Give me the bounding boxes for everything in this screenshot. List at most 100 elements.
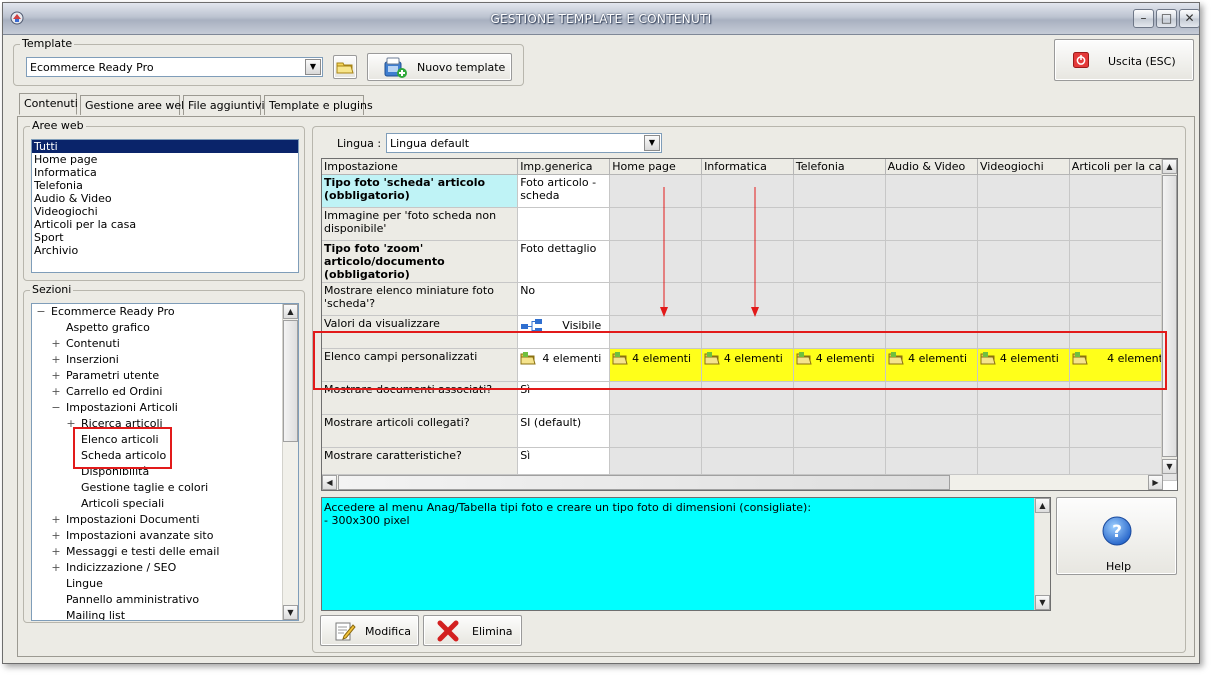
tree-node[interactable]: + Parametri utente (36, 368, 219, 384)
aree-web-item[interactable]: Archivio (32, 244, 298, 257)
generic-value-cell[interactable]: Foto dettaglio (517, 240, 611, 283)
area-value-cell[interactable] (885, 240, 979, 283)
aree-web-item[interactable]: Sport (32, 231, 298, 244)
minimize-button[interactable]: – (1133, 9, 1154, 28)
help-button[interactable]: ? Help (1056, 497, 1177, 575)
description-box[interactable]: Accedere al menu Anag/Tabella tipi foto … (321, 497, 1051, 611)
expand-icon[interactable]: + (51, 384, 61, 400)
area-value-cell[interactable] (701, 414, 794, 448)
area-value-cell[interactable] (793, 207, 886, 241)
tree-node[interactable]: − Impostazioni Articoli (36, 400, 219, 416)
scroll-left-icon[interactable]: ◀ (322, 475, 337, 490)
tree-node[interactable]: + Contenuti (36, 336, 219, 352)
tree-node[interactable]: Mailing list (36, 608, 219, 620)
expand-icon[interactable]: + (51, 544, 61, 560)
sezioni-scrollbar[interactable]: ▲ ▼ (282, 304, 298, 620)
tree-node[interactable]: − Ecommerce Ready Pro (36, 304, 219, 320)
scroll-down-icon[interactable]: ▼ (1162, 459, 1177, 474)
scroll-up-icon[interactable]: ▲ (1035, 498, 1050, 513)
template-select[interactable]: Ecommerce Ready Pro ▼ (26, 57, 323, 77)
expand-icon[interactable]: + (51, 560, 61, 576)
column-header[interactable]: Telefonia (793, 159, 886, 175)
scroll-down-icon[interactable]: ▼ (1035, 595, 1050, 610)
maximize-button[interactable]: □ (1156, 9, 1177, 28)
area-value-cell[interactable] (885, 282, 979, 316)
area-value-cell[interactable] (977, 240, 1070, 283)
generic-value-cell[interactable] (517, 207, 611, 241)
collapse-icon[interactable]: − (36, 304, 46, 320)
tab-gestione-aree-web[interactable]: Gestione aree web (80, 95, 188, 115)
description-scrollbar[interactable]: ▲ ▼ (1034, 498, 1050, 610)
setting-label: Tipo foto 'scheda' articolo (obbligatori… (322, 174, 519, 208)
expand-icon[interactable]: + (51, 528, 61, 544)
area-value-cell[interactable] (977, 174, 1070, 208)
column-header[interactable]: Audio & Video (885, 159, 979, 175)
tree-node[interactable]: Gestione taglie e colori (36, 480, 219, 496)
lingua-select[interactable]: Lingua default ▼ (386, 133, 662, 153)
generic-value-cell[interactable]: SI (default) (517, 414, 611, 448)
column-header[interactable]: Videogiochi (977, 159, 1070, 175)
expand-icon[interactable]: + (51, 512, 61, 528)
tree-node[interactable]: Pannello amministrativo (36, 592, 219, 608)
area-value-cell[interactable] (977, 282, 1070, 316)
elimina-button[interactable]: Elimina (423, 615, 522, 646)
aree-web-item[interactable]: Telefonia (32, 179, 298, 192)
open-folder-button[interactable] (333, 55, 357, 79)
generic-value-cell[interactable]: Foto articolo - scheda (517, 174, 611, 208)
tab-template-plugins[interactable]: Template e plugins (264, 95, 373, 115)
collapse-icon[interactable]: − (51, 400, 61, 416)
area-value-cell[interactable] (977, 414, 1070, 448)
scroll-up-icon[interactable]: ▲ (283, 304, 298, 319)
chevron-down-icon[interactable]: ▼ (305, 59, 321, 75)
area-value-cell[interactable] (793, 414, 886, 448)
area-value-cell[interactable] (885, 414, 979, 448)
scroll-up-icon[interactable]: ▲ (1162, 159, 1177, 174)
tab-file-aggiuntivi[interactable]: File aggiuntivi (183, 95, 265, 115)
tree-node[interactable]: Aspetto grafico (36, 320, 219, 336)
tab-contenuti[interactable]: Contenuti (19, 93, 78, 115)
tree-node[interactable]: + Carrello ed Ordini (36, 384, 219, 400)
area-value-cell[interactable] (793, 240, 886, 283)
tree-node[interactable]: Articoli speciali (36, 496, 219, 512)
close-button[interactable]: ✕ (1179, 9, 1200, 28)
area-value-cell[interactable] (977, 207, 1070, 241)
aree-web-item[interactable]: Audio & Video (32, 192, 298, 205)
expand-icon[interactable]: + (51, 352, 61, 368)
scroll-down-icon[interactable]: ▼ (283, 605, 298, 620)
exit-button[interactable]: Uscita (ESC) (1054, 39, 1194, 81)
aree-web-item[interactable]: Informatica (32, 166, 298, 179)
tree-node[interactable]: + Impostazioni Documenti (36, 512, 219, 528)
tree-node[interactable]: + Impostazioni avanzate sito (36, 528, 219, 544)
tree-node[interactable]: + Messaggi e testi delle email (36, 544, 219, 560)
grid-hscroll-thumb[interactable] (338, 475, 950, 490)
aree-web-item[interactable]: Tutti (32, 140, 298, 153)
column-header[interactable]: Impostazione (322, 159, 519, 175)
scroll-right-icon[interactable]: ▶ (1148, 475, 1163, 490)
aree-web-item[interactable]: Articoli per la casa (32, 218, 298, 231)
column-header[interactable]: Informatica (701, 159, 794, 175)
grid-vscroll-thumb[interactable] (1162, 175, 1177, 457)
tree-node[interactable]: + Indicizzazione / SEO (36, 560, 219, 576)
area-value-cell[interactable] (793, 282, 886, 316)
expand-icon[interactable]: + (51, 336, 61, 352)
area-value-cell[interactable] (885, 207, 979, 241)
modifica-button[interactable]: Modifica (320, 615, 419, 646)
grid-horizontal-scrollbar[interactable]: ◀ ▶ (322, 474, 1163, 490)
tree-node[interactable]: Lingue (36, 576, 219, 592)
new-template-button[interactable]: Nuovo template (367, 53, 512, 81)
aree-web-list[interactable]: Tutti Home page Informatica Telefonia Audio … (31, 139, 299, 273)
chevron-down-icon[interactable]: ▼ (644, 135, 660, 151)
scroll-thumb[interactable] (283, 320, 298, 442)
area-value-cell[interactable] (793, 174, 886, 208)
column-header[interactable]: Home page (609, 159, 703, 175)
tree-node[interactable]: + Inserzioni (36, 352, 219, 368)
aree-web-item[interactable]: Videogiochi (32, 205, 298, 218)
aree-web-item[interactable]: Home page (32, 153, 298, 166)
generic-value-cell[interactable]: No (517, 282, 611, 316)
column-header[interactable]: Imp.generica (517, 159, 611, 175)
grid-vertical-scrollbar[interactable]: ▲ ▼ (1161, 159, 1177, 474)
area-value-cell[interactable] (609, 414, 703, 448)
grid-row[interactable]: Mostrare articoli collegati? SI (default) (322, 414, 1177, 448)
area-value-cell[interactable] (885, 174, 979, 208)
expand-icon[interactable]: + (51, 368, 61, 384)
